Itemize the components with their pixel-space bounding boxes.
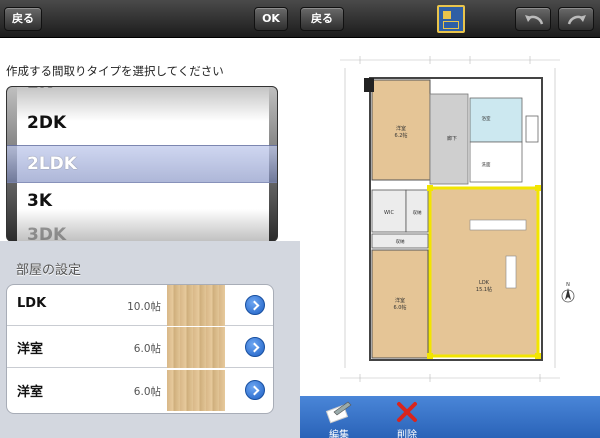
room-size: 6.0帖 — [133, 386, 161, 398]
undo-button[interactable] — [515, 7, 551, 31]
floor-material-swatch — [167, 327, 225, 368]
room-label: 廊下 — [447, 135, 457, 142]
room-list: LDK 10.0帖 洋室 6.0帖 洋室 6.0帖 — [6, 284, 274, 414]
room-label: 浴室 — [482, 115, 491, 122]
back-button-secondary[interactable]: 戻る — [300, 7, 344, 31]
floorplan-thumbnail-icon[interactable] — [437, 5, 465, 33]
floorplan-panel: 洋室 6.2帖 廊下 浴室 洗面 WIC 収納 収納 洋室 6.0帖 LDK 1… — [300, 38, 600, 438]
room-label: 洗面 — [482, 161, 491, 168]
edit-icon — [325, 401, 352, 424]
thumbnail-room — [443, 21, 459, 29]
picker-item[interactable]: 2DK — [27, 105, 66, 141]
room-size-label: 15.1帖 — [476, 286, 492, 293]
room-name: 洋室 — [17, 342, 44, 357]
floor-material-swatch — [167, 285, 225, 326]
disclosure-arrow-icon[interactable] — [245, 295, 265, 315]
disclosure-arrow-icon[interactable] — [245, 337, 265, 357]
disclosure-arrow-icon[interactable] — [245, 380, 265, 400]
action-bar: 編集 削除 — [300, 396, 600, 438]
svg-text:N: N — [566, 282, 570, 288]
room-label: WIC — [384, 210, 394, 216]
picker-selection-bar[interactable]: 2LDK — [7, 145, 277, 183]
room-washroom — [469, 141, 523, 183]
picker-item[interactable]: 2K — [27, 87, 52, 101]
kitchen-counter — [469, 219, 527, 231]
room-size: 10.0帖 — [127, 301, 161, 313]
top-toolbar: 戻る OK 戻る — [0, 0, 600, 38]
room-row[interactable]: LDK 10.0帖 — [7, 285, 273, 326]
undo-icon — [525, 15, 544, 25]
north-arrow-icon: N — [561, 282, 575, 303]
edit-label: 編集 — [329, 430, 349, 438]
back-button[interactable]: 戻る — [4, 7, 42, 31]
room-label: 収納 — [413, 209, 422, 216]
room-row[interactable]: 洋室 6.0帖 — [7, 327, 273, 368]
floor-material-swatch — [167, 370, 225, 411]
room-label: 収納 — [396, 238, 405, 245]
delete-button[interactable]: 削除 — [382, 398, 432, 438]
room-size: 6.0帖 — [133, 343, 161, 355]
pillar — [364, 78, 374, 92]
section-title: 部屋の設定 — [16, 263, 82, 278]
room-ldk-selected[interactable] — [428, 186, 540, 358]
ok-button[interactable]: OK — [254, 7, 288, 31]
left-panel: 作成する間取りタイプを選択してください 2K 2DK 3K 3DK 2LDK 部… — [0, 38, 300, 438]
toilet — [525, 115, 539, 143]
edit-button[interactable]: 編集 — [314, 398, 364, 438]
thumbnail-room — [443, 11, 451, 19]
room-bath — [469, 97, 523, 143]
picker-item[interactable]: 3DK — [27, 217, 66, 241]
room-row[interactable]: 洋室 6.0帖 — [7, 370, 273, 411]
picker-item[interactable]: 3K — [27, 183, 52, 219]
close-icon — [397, 402, 417, 422]
layout-type-prompt: 作成する間取りタイプを選択してください — [6, 64, 224, 78]
redo-icon — [567, 15, 586, 25]
picker-selected-item: 2LDK — [27, 154, 77, 174]
room-western-2[interactable] — [371, 249, 429, 359]
floorplan-drawing[interactable]: 洋室 6.2帖 廊下 浴室 洗面 WIC 収納 収納 洋室 6.0帖 LDK 1… — [300, 38, 600, 396]
room-settings-section: 部屋の設定 LDK 10.0帖 洋室 6.0帖 洋室 6.0帖 — [0, 241, 300, 438]
layout-type-picker[interactable]: 2K 2DK 3K 3DK 2LDK — [6, 86, 278, 242]
room-name: LDK — [17, 296, 47, 311]
redo-button[interactable] — [558, 7, 594, 31]
delete-label: 削除 — [397, 430, 417, 438]
room-name: 洋室 — [17, 385, 44, 400]
room-label: 洋室 — [395, 297, 405, 304]
room-label: LDK — [479, 280, 490, 286]
room-size-label: 6.2帖 — [395, 132, 408, 139]
room-size-label: 6.0帖 — [394, 304, 407, 311]
room-label: 洋室 — [396, 125, 406, 132]
dining-table — [505, 255, 517, 289]
